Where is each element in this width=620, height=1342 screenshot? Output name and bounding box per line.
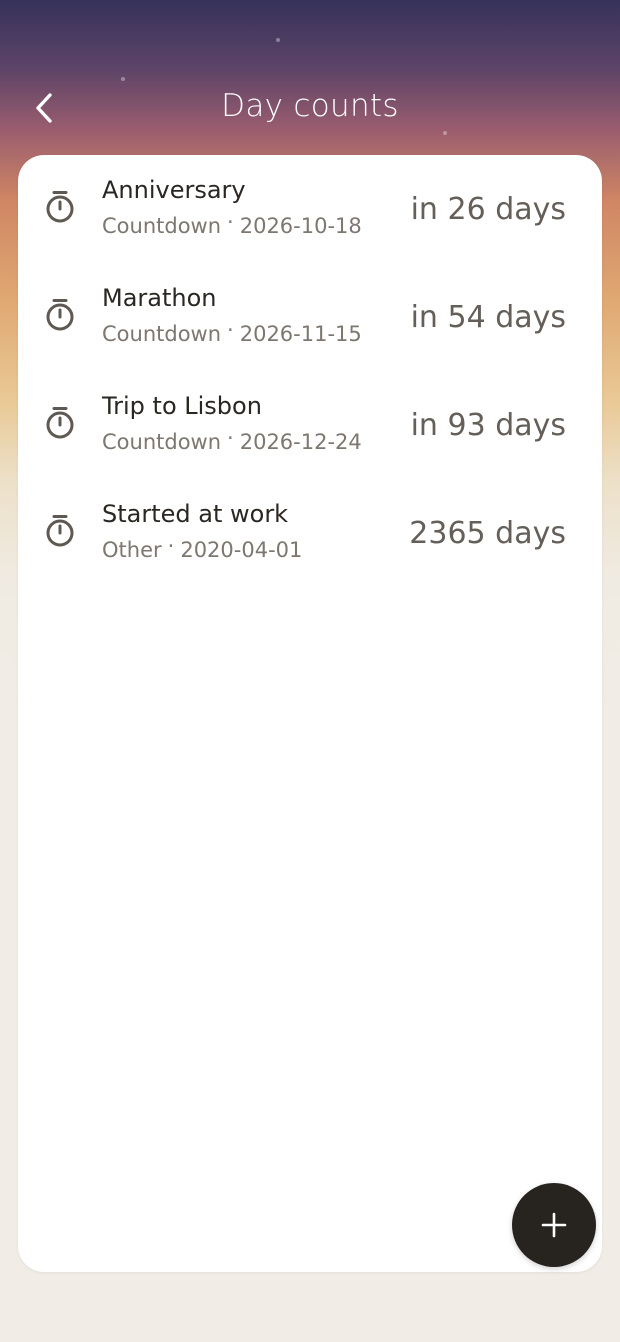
list-item[interactable]: Marathon Countdown · 2026-11-15 in 54 days (18, 263, 602, 363)
item-meta: Countdown · 2026-10-18 (102, 210, 362, 238)
list-item[interactable]: Started at work Other · 2020-04-01 2365 da… (18, 479, 602, 579)
item-date: 2026-10-18 (239, 214, 362, 238)
separator-dot: · (227, 318, 234, 342)
item-day-count: in 93 days (410, 408, 566, 443)
list-item[interactable]: Trip to Lisbon Countdown · 2026-12-24 in 9… (18, 371, 602, 471)
add-day-count-button[interactable] (512, 1183, 596, 1267)
item-day-count: in 54 days (410, 300, 566, 335)
stopwatch-icon (46, 191, 74, 223)
separator-dot: · (227, 210, 234, 234)
item-name: Anniversary (102, 176, 246, 204)
item-meta: Countdown · 2026-11-15 (102, 318, 362, 346)
plus-icon (541, 1212, 567, 1238)
stopwatch-icon (46, 299, 74, 331)
page-title: Day counts (221, 88, 399, 124)
item-category: Other (102, 538, 162, 562)
stopwatch-icon (46, 407, 74, 439)
star-dot (443, 131, 447, 135)
separator-dot: · (167, 534, 175, 558)
item-date: 2026-11-15 (239, 322, 362, 346)
star-dot (121, 77, 125, 81)
list-item[interactable]: Anniversary Countdown · 2026-10-18 in 26 d… (18, 155, 602, 255)
star-dot (276, 38, 280, 42)
item-category: Countdown (102, 214, 222, 238)
item-category: Countdown (102, 430, 222, 454)
day-count-list: Anniversary Countdown · 2026-10-18 in 26 d… (18, 155, 602, 1272)
item-day-count: 2365 days (409, 516, 566, 551)
item-name: Trip to Lisbon (102, 392, 262, 420)
item-date: 2020-04-01 (180, 538, 303, 562)
item-meta: Countdown · 2026-12-24 (102, 426, 362, 454)
stopwatch-icon (46, 515, 74, 547)
item-date: 2026-12-24 (239, 430, 362, 454)
item-name: Started at work (102, 500, 289, 528)
item-name: Marathon (102, 284, 217, 312)
item-category: Countdown (102, 322, 222, 346)
item-day-count: in 26 days (410, 192, 566, 227)
item-meta: Other · 2020-04-01 (102, 534, 303, 562)
separator-dot: · (227, 426, 234, 450)
